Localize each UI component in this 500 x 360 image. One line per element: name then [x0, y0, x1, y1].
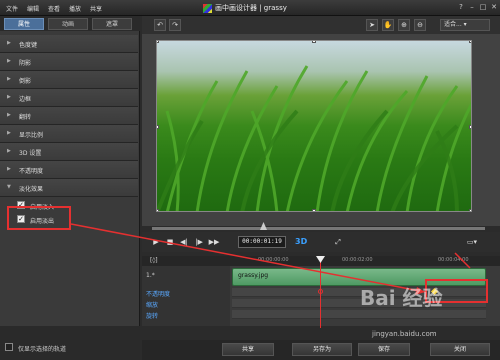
select-tool-icon[interactable]: ➤ — [366, 19, 378, 31]
save-label: 保存 — [377, 346, 390, 353]
prop-border[interactable]: ▶ 边框 — [0, 89, 138, 107]
prop-label: 3D 设置 — [19, 150, 42, 157]
resize-handle[interactable] — [157, 125, 159, 129]
chevron-down-icon: ▾ — [463, 21, 467, 28]
prop-shadow[interactable]: ▶ 阴影 — [0, 53, 138, 71]
next-frame-icon[interactable]: |▶ — [193, 236, 205, 248]
prop-flip[interactable]: ▶ 翻转 — [0, 107, 138, 125]
watermark-url: jingyan.baidu.com — [372, 330, 437, 338]
prop-label: 不透明度 — [19, 168, 44, 175]
ruler-tick: 00:00:04:00 — [438, 257, 469, 263]
prop-label: 边框 — [19, 96, 32, 103]
resize-handle[interactable] — [312, 41, 316, 43]
collapse-arrow-icon: ▼ — [7, 184, 11, 190]
annotation-highlight-box — [7, 206, 71, 230]
zoom-value: 适合... — [444, 21, 462, 28]
app-logo-icon — [203, 3, 212, 13]
fast-forward-icon[interactable]: ▶▶ — [208, 236, 220, 248]
timeline-mode[interactable]: [◊] — [150, 257, 158, 264]
redo-button[interactable]: ↷ — [169, 19, 181, 31]
share-button[interactable]: 共享 — [222, 343, 274, 356]
prev-frame-icon[interactable]: ◀| — [178, 236, 190, 248]
window-title: 画中画设计器 | grassy — [203, 3, 343, 13]
track-label: 1.* — [146, 272, 155, 279]
menu-share[interactable]: 共享 — [90, 4, 102, 13]
display-mode-icon[interactable]: ▭▾ — [462, 236, 482, 248]
save-as-label: 另存为 — [312, 346, 331, 353]
save-as-button[interactable]: 另存为 — [292, 343, 352, 356]
prop-aspect-ratio[interactable]: ▶ 显示比例 — [0, 125, 138, 143]
rotate-lane[interactable] — [232, 310, 486, 319]
expand-arrow-icon: ▶ — [7, 166, 11, 172]
zoom-dropdown[interactable]: 适合... ▾ — [440, 19, 490, 31]
zoom-out-icon[interactable]: ⊖ — [414, 19, 426, 31]
prop-label: 显示比例 — [19, 132, 44, 139]
tab-animation[interactable]: 动画 — [48, 18, 88, 30]
resize-handle[interactable] — [469, 209, 471, 211]
save-button[interactable]: 保存 — [358, 343, 410, 356]
expand-arrow-icon: ▶ — [7, 76, 11, 82]
prop-label: 阴影 — [19, 60, 32, 67]
scale-row-label[interactable]: 缩放 — [146, 300, 158, 309]
expand-arrow-icon: ▶ — [7, 112, 11, 118]
prop-chroma-key[interactable]: ▶ 色度键 — [0, 35, 138, 53]
preview-image[interactable] — [156, 40, 472, 212]
prop-label: 翻转 — [19, 114, 32, 121]
expand-arrow-icon: ▶ — [7, 130, 11, 136]
ruler-tick: 00:00:02:00 — [342, 257, 373, 263]
prop-reflection[interactable]: ▶ 倒影 — [0, 71, 138, 89]
prop-label: 色度键 — [19, 42, 38, 49]
resize-handle[interactable] — [157, 41, 159, 43]
expand-arrow-icon: ▶ — [7, 94, 11, 100]
watermark-logo: Bai 经验 — [360, 286, 443, 310]
scrub-track[interactable] — [152, 227, 485, 230]
help-button[interactable]: ? — [456, 3, 466, 12]
menu-edit[interactable]: 编辑 — [27, 4, 39, 13]
close-label: 关闭 — [453, 346, 466, 353]
title-bar: 文件 编辑 查看 播放 共享 画中画设计器 | grassy ? – □ ✕ — [0, 0, 500, 16]
window-title-text: 画中画设计器 | grassy — [215, 4, 287, 12]
close-dialog-button[interactable]: 关闭 — [430, 343, 490, 356]
menu-file[interactable]: 文件 — [6, 4, 18, 13]
menu-play[interactable]: 播放 — [69, 4, 81, 13]
rotate-row-label[interactable]: 旋转 — [146, 311, 158, 320]
zoom-in-icon[interactable]: ⊕ — [398, 19, 410, 31]
opacity-row-label[interactable]: 不透明度 — [146, 289, 170, 298]
grass-image — [157, 65, 471, 211]
expand-arrow-icon: ▶ — [7, 58, 11, 64]
prop-label: 倒影 — [19, 78, 32, 85]
playback-bar: ▶ ■ ◀| |▶ ▶▶ ⤢ ▭▾ — [142, 232, 500, 252]
share-label: 共享 — [241, 346, 254, 353]
stop-icon[interactable]: ■ — [164, 236, 176, 248]
prop-3d-settings[interactable]: ▶ 3D 设置 — [0, 143, 138, 161]
play-icon[interactable]: ▶ — [150, 236, 162, 248]
minimize-button[interactable]: – — [467, 3, 477, 12]
panel-tabs: 属性 动画 遮罩 — [0, 16, 140, 31]
close-button[interactable]: ✕ — [489, 3, 499, 12]
ruler-tick: 00:00:00:00 — [258, 257, 289, 263]
resize-handle[interactable] — [469, 41, 471, 43]
3d-toggle[interactable]: 3D — [295, 236, 313, 248]
prop-fade-effect[interactable]: ▼ 淡化效果 — [0, 179, 138, 197]
resize-handle[interactable] — [312, 209, 316, 211]
only-selected-track-checkbox[interactable] — [5, 343, 13, 351]
menu-view[interactable]: 查看 — [48, 4, 60, 13]
tab-mask[interactable]: 遮罩 — [92, 18, 132, 30]
maximize-button[interactable]: □ — [478, 3, 488, 12]
fullscreen-icon[interactable]: ⤢ — [332, 236, 344, 248]
timecode-display[interactable]: 00:00:01:19 — [238, 236, 286, 248]
keyframe-marker[interactable] — [318, 289, 323, 294]
prop-label: 淡化效果 — [19, 186, 44, 193]
only-selected-track-label: 仅显示选择的轨道 — [18, 346, 67, 353]
undo-button[interactable]: ↶ — [154, 19, 166, 31]
expand-arrow-icon: ▶ — [7, 40, 11, 46]
expand-arrow-icon: ▶ — [7, 148, 11, 154]
resize-handle[interactable] — [157, 209, 159, 211]
tab-properties[interactable]: 属性 — [4, 18, 44, 30]
hand-tool-icon[interactable]: ✋ — [382, 19, 394, 31]
bottom-left-bar — [0, 326, 140, 360]
resize-handle[interactable] — [469, 125, 471, 129]
clip-name: grassy.jpg — [238, 272, 269, 279]
prop-opacity[interactable]: ▶ 不透明度 — [0, 161, 138, 179]
